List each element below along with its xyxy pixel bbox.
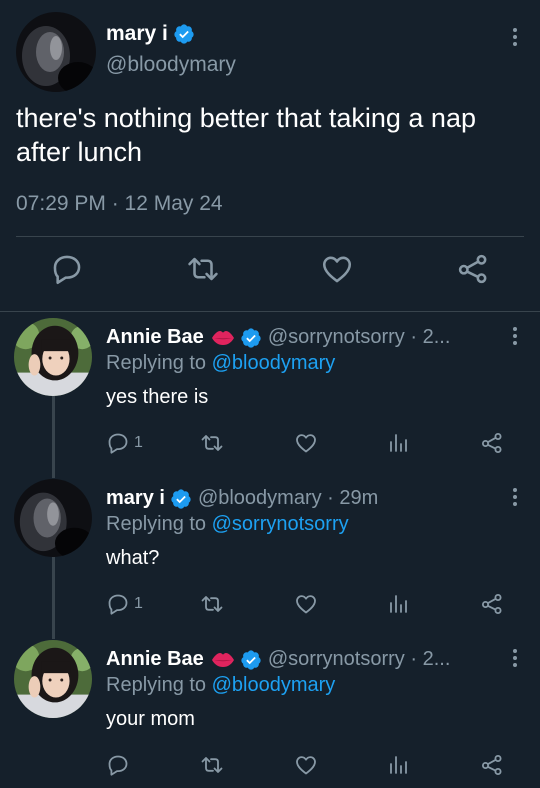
divider [16, 236, 524, 237]
like-button[interactable] [294, 752, 318, 778]
stats-button[interactable] [386, 752, 410, 778]
tweet-text: what? [106, 547, 160, 569]
stats-button[interactable] [386, 430, 410, 456]
replying-to: Replying to @sorrynotsorry [106, 513, 349, 536]
retweet-icon [200, 592, 224, 616]
like-button[interactable] [320, 252, 354, 286]
avatar-image [14, 640, 92, 718]
author-header: mary i @bloodymary [106, 22, 236, 77]
replying-to: Replying to @bloodymary [106, 674, 335, 697]
replying-to-label: Replying to [106, 513, 212, 535]
reply-tweet[interactable]: Annie Bae @sorrynotsorry · 2... Replying… [0, 634, 540, 788]
reply-icon [106, 431, 130, 455]
author-handle-time[interactable]: @sorrynotsorry · 2... [268, 326, 451, 349]
stats-icon [386, 592, 410, 616]
verified-icon [173, 23, 195, 45]
reply-button[interactable]: 1 [106, 430, 143, 456]
share-button[interactable] [456, 252, 490, 286]
author-name[interactable]: mary i [106, 22, 168, 46]
tweet-text: there's nothing better that taking a nap… [16, 103, 476, 167]
verified-icon [240, 327, 262, 349]
reply-tweet[interactable]: Annie Bae @sorrynotsorry · 2... Replying… [0, 312, 540, 473]
stats-icon [386, 431, 410, 455]
main-tweet: mary i @bloodymary there's nothing bette… [0, 0, 540, 312]
reply-button[interactable]: 1 [106, 591, 143, 617]
more-icon[interactable] [512, 648, 518, 668]
share-icon [456, 252, 490, 286]
replying-to: Replying to @bloodymary [106, 352, 335, 375]
tweet-actions: 1 [0, 430, 540, 460]
retweet-icon [200, 431, 224, 455]
author-name[interactable]: mary i [106, 487, 165, 510]
like-icon [320, 252, 354, 286]
reply-count: 1 [134, 434, 143, 451]
author-handle[interactable]: @bloodymary [106, 53, 236, 77]
share-icon [480, 592, 504, 616]
avatar[interactable] [14, 640, 92, 718]
like-icon [294, 753, 318, 777]
retweet-icon [186, 252, 220, 286]
tweet-actions: 1 [0, 591, 540, 621]
like-icon [294, 431, 318, 455]
share-button[interactable] [480, 430, 504, 456]
retweet-button[interactable] [200, 430, 224, 456]
avatar[interactable] [14, 479, 92, 557]
reply-icon [106, 592, 130, 616]
reply-button[interactable] [106, 752, 130, 778]
avatar-image [16, 12, 96, 92]
tweet-actions [0, 752, 540, 782]
author-handle-time[interactable]: @bloodymary · 29m [198, 487, 378, 510]
author-name[interactable]: Annie Bae [106, 648, 204, 671]
like-button[interactable] [294, 430, 318, 456]
author-name[interactable]: Annie Bae [106, 326, 204, 349]
tweet-timestamp[interactable]: 07:29 PM · 12 May 24 [16, 192, 223, 216]
more-icon[interactable] [512, 27, 518, 47]
mention-link[interactable]: @bloodymary [212, 674, 336, 696]
author-handle-time[interactable]: @sorrynotsorry · 2... [268, 648, 451, 671]
lips-emoji-icon [210, 649, 236, 671]
like-button[interactable] [294, 591, 318, 617]
replying-to-label: Replying to [106, 674, 212, 696]
stats-icon [386, 753, 410, 777]
avatar[interactable] [16, 12, 96, 92]
lips-emoji-icon [210, 327, 236, 349]
tweet-text: yes there is [106, 386, 209, 408]
retweet-button[interactable] [200, 591, 224, 617]
stats-button[interactable] [386, 591, 410, 617]
reply-button[interactable] [50, 252, 84, 286]
avatar-image [14, 318, 92, 396]
share-button[interactable] [480, 752, 504, 778]
reply-icon [50, 252, 84, 286]
replying-to-label: Replying to [106, 352, 212, 374]
retweet-button[interactable] [200, 752, 224, 778]
reply-tweet[interactable]: mary i @bloodymary · 29m Replying to @so… [0, 473, 540, 634]
retweet-button[interactable] [186, 252, 220, 286]
reply-count: 1 [134, 595, 143, 612]
like-icon [294, 592, 318, 616]
share-button[interactable] [480, 591, 504, 617]
avatar-image [14, 479, 92, 557]
retweet-icon [200, 753, 224, 777]
share-icon [480, 753, 504, 777]
avatar[interactable] [14, 318, 92, 396]
mention-link[interactable]: @sorrynotsorry [212, 513, 349, 535]
reply-icon [106, 753, 130, 777]
share-icon [480, 431, 504, 455]
verified-icon [170, 488, 192, 510]
verified-icon [240, 649, 262, 671]
tweet-text: your mom [106, 708, 195, 730]
tweet-actions [0, 252, 540, 292]
more-icon[interactable] [512, 326, 518, 346]
mention-link[interactable]: @bloodymary [212, 352, 336, 374]
more-icon[interactable] [512, 487, 518, 507]
